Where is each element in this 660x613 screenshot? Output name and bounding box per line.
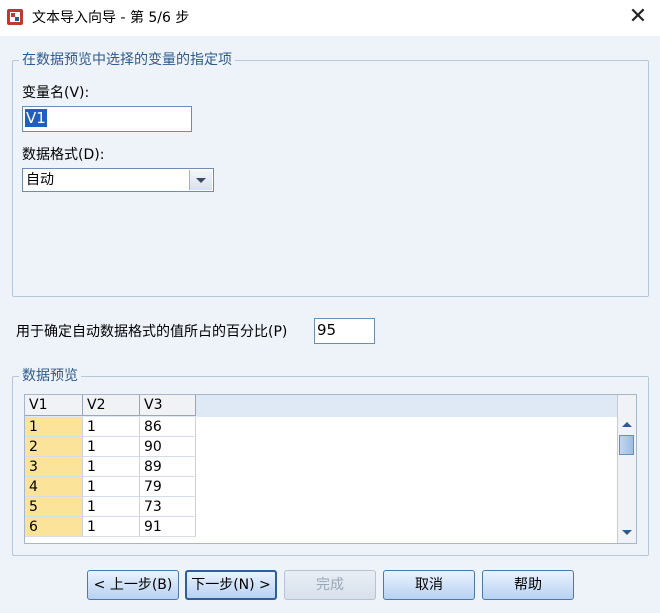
back-button[interactable]: < 上一步(B) — [87, 570, 179, 600]
table-cell[interactable]: 89 — [140, 457, 196, 477]
scroll-up-arrow-icon[interactable] — [619, 417, 635, 433]
table-cell[interactable]: 5 — [25, 497, 83, 517]
table-cell[interactable]: 90 — [140, 437, 196, 457]
table-cell[interactable]: 1 — [83, 437, 140, 457]
title-bar: 文本导入向导 - 第 5/6 步 ✕ — [0, 0, 660, 36]
variable-name-input[interactable]: V1 — [22, 106, 192, 132]
vertical-scrollbar[interactable] — [617, 395, 636, 543]
help-button[interactable]: 帮助 — [482, 570, 574, 600]
table-cell[interactable]: 1 — [83, 457, 140, 477]
table-cell[interactable]: 1 — [83, 497, 140, 517]
data-preview-legend: 数据预览 — [19, 367, 81, 385]
table-cell[interactable]: 3 — [25, 457, 83, 477]
scroll-thumb[interactable] — [619, 435, 634, 455]
table-cell[interactable]: 1 — [83, 417, 140, 437]
data-format-value: 自动 — [26, 172, 54, 188]
column-header-v2[interactable]: V2 — [83, 395, 140, 416]
finish-button: 完成 — [284, 570, 376, 600]
data-format-label: 数据格式(D): — [22, 147, 105, 163]
next-button[interactable]: 下一步(N) > — [185, 570, 277, 600]
variable-name-label: 变量名(V): — [22, 85, 90, 101]
spss-app-icon — [7, 9, 23, 25]
close-icon[interactable]: ✕ — [626, 6, 650, 30]
column-header-v3[interactable]: V3 — [140, 395, 196, 416]
cancel-button[interactable]: 取消 — [383, 570, 475, 600]
table-cell[interactable]: 86 — [140, 417, 196, 437]
percent-input[interactable]: 95 — [314, 318, 375, 344]
data-format-select[interactable]: 自动 — [22, 168, 214, 192]
table-cell[interactable]: 79 — [140, 477, 196, 497]
table-cell[interactable]: 2 — [25, 437, 83, 457]
table-header: V1 V2 V3 — [25, 395, 617, 417]
chevron-down-icon[interactable] — [189, 170, 212, 190]
window-title: 文本导入向导 - 第 5/6 步 — [32, 10, 190, 26]
variable-name-value: V1 — [25, 109, 47, 127]
table-cell[interactable]: 73 — [140, 497, 196, 517]
scroll-down-arrow-icon[interactable] — [619, 525, 635, 541]
percent-label: 用于确定自动数据格式的值所占的百分比(P) — [16, 324, 288, 340]
table-cell[interactable]: 91 — [140, 517, 196, 537]
percent-value: 95 — [317, 321, 337, 339]
variable-spec-legend: 在数据预览中选择的变量的指定项 — [19, 51, 235, 69]
table-cell[interactable]: 1 — [25, 417, 83, 437]
table-cell[interactable]: 1 — [83, 517, 140, 537]
table-cell[interactable]: 4 — [25, 477, 83, 497]
table-cell[interactable]: 1 — [83, 477, 140, 497]
data-preview-table[interactable]: V1 V2 V3 1 1 86 2 1 90 3 1 89 4 1 79 5 1… — [24, 394, 637, 544]
column-header-v1[interactable]: V1 — [25, 395, 83, 416]
table-cell[interactable]: 6 — [25, 517, 83, 537]
